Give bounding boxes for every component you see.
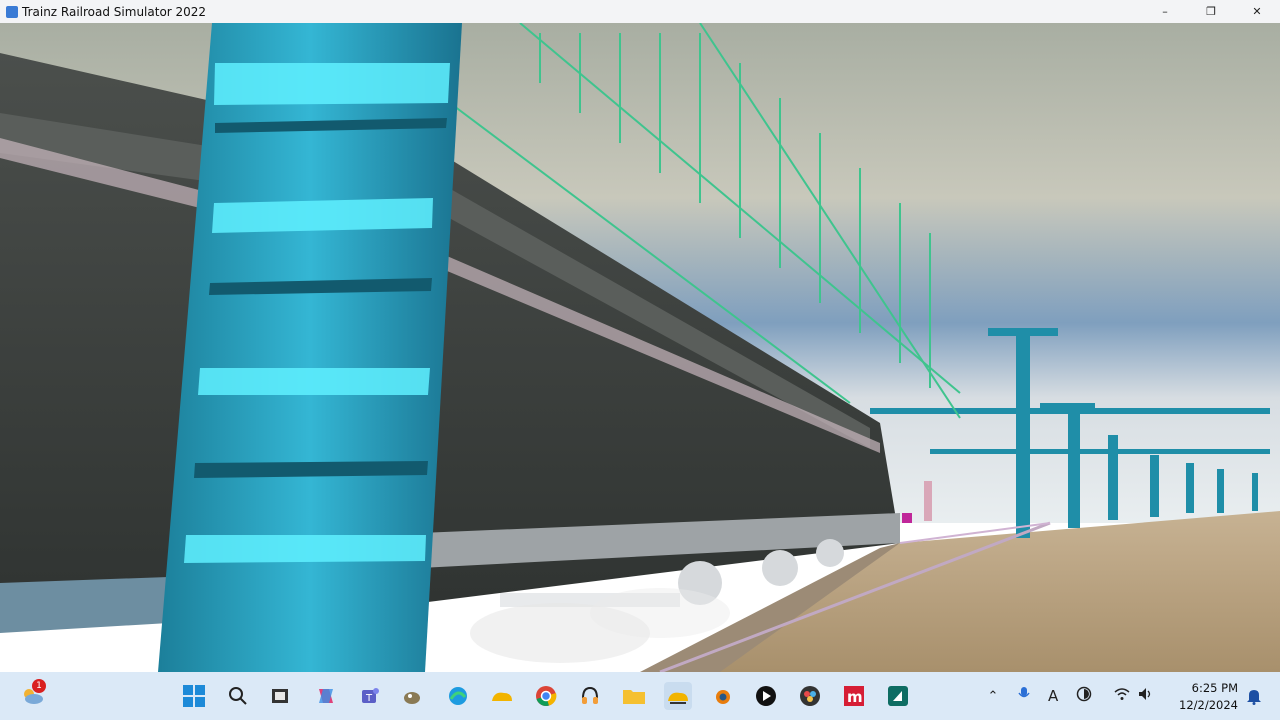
- wifi-icon[interactable]: [1114, 687, 1130, 705]
- teams-icon[interactable]: T: [356, 682, 384, 710]
- close-button[interactable]: ✕: [1234, 0, 1280, 23]
- minimize-button[interactable]: –: [1142, 0, 1188, 23]
- search-icon[interactable]: [224, 682, 252, 710]
- maximize-button[interactable]: ❐: [1188, 0, 1234, 23]
- weather-notification-badge: 1: [32, 679, 46, 693]
- volume-icon[interactable]: [1138, 687, 1154, 705]
- file-explorer-icon[interactable]: [620, 682, 648, 710]
- app-m-icon[interactable]: m: [840, 682, 868, 710]
- onedrive-icon[interactable]: [488, 682, 516, 710]
- scene-render: [0, 23, 1280, 672]
- chrome-icon[interactable]: [532, 682, 560, 710]
- window-title: Trainz Railroad Simulator 2022: [22, 4, 207, 19]
- headset-icon[interactable]: [576, 682, 604, 710]
- input-language[interactable]: A: [1048, 687, 1058, 705]
- clock[interactable]: 6:25 PM 12/2/2024: [1179, 680, 1238, 714]
- media-player-icon[interactable]: [752, 682, 780, 710]
- microphone-icon[interactable]: [1018, 686, 1030, 706]
- svg-text:m: m: [847, 688, 863, 706]
- blender-icon[interactable]: [708, 682, 736, 710]
- edge-icon[interactable]: [444, 682, 472, 710]
- figure: [924, 481, 932, 521]
- svg-text:T: T: [365, 693, 373, 704]
- task-view-icon[interactable]: [266, 682, 294, 710]
- taskbar: T m ⌃ A 6:25 PM 12/2/2024: [0, 672, 1280, 720]
- copilot-icon[interactable]: [312, 682, 340, 710]
- notification-bell-icon[interactable]: [1240, 682, 1268, 710]
- trainz-taskbar-icon[interactable]: [664, 682, 692, 710]
- app-arrow-icon[interactable]: [884, 682, 912, 710]
- focus-icon[interactable]: [1076, 686, 1092, 706]
- clock-date: 12/2/2024: [1179, 698, 1238, 712]
- start-icon[interactable]: [180, 682, 208, 710]
- clock-time: 6:25 PM: [1191, 681, 1238, 695]
- system-tray: ⌃ A: [986, 672, 1154, 720]
- app-icon: [6, 5, 18, 18]
- game-viewport[interactable]: [0, 23, 1280, 672]
- chevron-up-icon[interactable]: ⌃: [986, 689, 1000, 704]
- davinci-icon[interactable]: [796, 682, 824, 710]
- gimp-icon[interactable]: [398, 682, 426, 710]
- title-bar: Trainz Railroad Simulator 2022 – ❐ ✕: [0, 0, 1280, 23]
- window-controls: – ❐ ✕: [1142, 0, 1280, 23]
